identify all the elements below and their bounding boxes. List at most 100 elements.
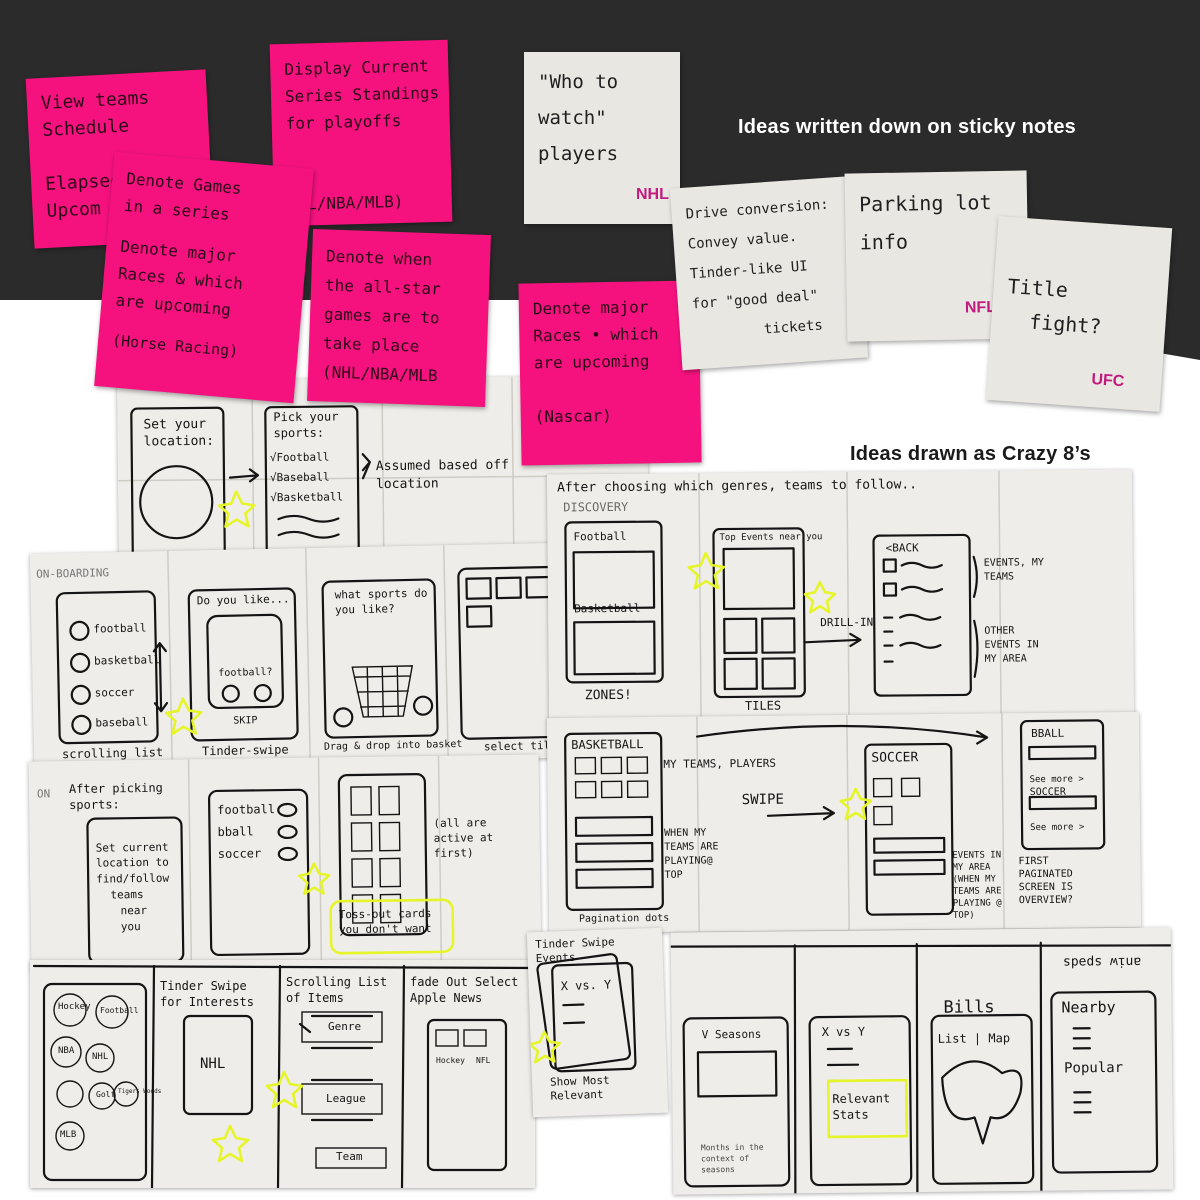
sketch-select-tile: select tile: [483, 738, 557, 754]
sketch-after-picking-sheet: ON After picking sports: Set current loc…: [28, 754, 542, 974]
sketch-assumed-note: Assumed based off location: [375, 457, 510, 493]
sticky-note-title-fight: Title fight? UFC: [985, 216, 1173, 412]
sketch-genre: Genre: [328, 1020, 362, 1033]
sketch-bubble-hockey: Hockey: [58, 1002, 91, 1012]
sketch-sport-soccer: soccer: [94, 685, 135, 700]
sketch-see-more-2: See more >: [1030, 822, 1085, 834]
sketch-location-text-5: near: [120, 903, 148, 918]
sketch-months-context: Months in the context of seasons: [700, 1142, 764, 1175]
sketch-seasons: V Seasons: [701, 1027, 762, 1042]
sticky-notes-caption: Ideas written down on sticky notes: [738, 116, 1076, 138]
note-parking-line-2: info: [859, 229, 909, 255]
sketch-bubble-nba: NBA: [58, 1046, 75, 1056]
sketch-check-baseball: √Baseball: [269, 470, 330, 485]
sketch-do-you-like: Do you like...: [196, 592, 290, 608]
sketch-league: League: [326, 1092, 366, 1105]
note-allstar-line-5: (NHL/NBA/MLB: [321, 362, 438, 386]
sketch-what-sports: what sports do you like?: [334, 586, 428, 617]
sketch-list-map: List | Map: [937, 1031, 1011, 1046]
sketch-team: Team: [336, 1150, 363, 1163]
sketch-set-location: Set your location:: [143, 416, 215, 450]
sketch-nearby: Nearby: [1061, 997, 1116, 1017]
sticky-note-conversion: Drive conversion: Convey value. Tinder-l…: [669, 175, 869, 371]
sticky-note-all-star: Denote when the all-star games are to ta…: [307, 228, 491, 408]
note-watch-line-2: watch": [538, 107, 607, 129]
sketch-discovery-sheet: After choosing which genres, teams to fo…: [546, 469, 1135, 723]
note-fight-line-1: Title: [1006, 273, 1069, 303]
sketch-other-events: OTHER EVENTS IN MY AREA: [984, 625, 1039, 665]
sketch-zone-basketball: Basketball: [574, 601, 641, 616]
sketch-bubble-tiger: Tigers Woods: [118, 1088, 162, 1095]
sketch-after-picking-title: After picking sports:: [68, 780, 163, 813]
sketch-check-basketball: √Basketball: [270, 490, 344, 505]
note-watch-line-3: players: [538, 143, 619, 165]
sketch-toggle-soccer: soccer: [217, 846, 262, 861]
sketch-tinder-events-title: Tinder Swipe Events: [535, 935, 615, 966]
sketch-discovery-header: After choosing which genres, teams to fo…: [556, 477, 918, 496]
sketch-bottom-row-sheet: Hockey Football NBA NHL Golf Tigers Wood…: [30, 960, 535, 1188]
sketch-pagination-dots: Pagination dots: [578, 912, 670, 925]
sketch-onboarding-sheet: ON-BOARDING football basketball soccer b…: [29, 542, 595, 769]
sketch-hockey-tile: Hockey: [436, 1056, 465, 1065]
sketch-bubble-football: Football: [100, 1006, 139, 1015]
sketch-nhl-card: NHL: [200, 1056, 226, 1072]
sketch-basketball-sheet: BASKETBALL MY TEAMS, PLAYERS WHEN MY TEA…: [546, 711, 1142, 934]
sketch-relevant-stats: Relevant Stats: [832, 1091, 891, 1122]
sketch-toggle-bball: bball: [217, 824, 254, 839]
sketch-skip: SKIP: [233, 715, 258, 727]
sketch-bubble-mlb: MLB: [60, 1130, 77, 1140]
sketch-zone-football: Football: [573, 529, 627, 544]
sketch-pick-sports: Pick your sports:: [273, 409, 339, 441]
sketch-fade-out: fade Out Select Apple News: [410, 975, 519, 1005]
sketch-upside-text: aniw spəds: [1062, 953, 1142, 970]
sticky-note-nascar: Denote major Races • which are upcoming …: [518, 280, 702, 466]
sketch-location-text-2: location to: [95, 855, 169, 870]
sketch-swipe: SWIPE: [741, 791, 784, 809]
sketch-location-text-4: teams: [110, 887, 144, 902]
sketch-all-active: (all are active at first): [433, 816, 494, 860]
sketch-top-events: Top Events near you: [719, 532, 823, 544]
sketch-toggle-football: football: [217, 802, 276, 817]
sketch-tinder-swipe: Tinder-swipe: [201, 742, 289, 759]
note-watch-line-1: "Who to: [538, 71, 619, 93]
sketch-tinder-interests: Tinder Swipe for Interests: [160, 979, 254, 1009]
note-nascar-line-3: are upcoming: [533, 351, 650, 373]
sketch-first-paginated: FIRST PAGINATED SCREEN IS OVERVIEW?: [1018, 855, 1074, 907]
crazy8-caption: Ideas drawn as Crazy 8’s: [850, 443, 1091, 465]
sketch-bubble-golf: Golf: [96, 1090, 116, 1099]
note-watch-tag-nhl: NHL: [636, 186, 669, 203]
sketch-nfl-tile: NFL: [476, 1056, 491, 1065]
sketch-seasons-sheet: V Seasons Months in the context of seaso…: [670, 927, 1174, 1195]
note-standings-line-3: for playoffs: [285, 110, 402, 133]
sketch-popular: Popular: [1064, 1059, 1124, 1077]
sketch-bubble-nhl: NHL: [92, 1052, 109, 1062]
sketch-drill-in: DRILL-IN: [820, 615, 874, 630]
sketch-zones: ZONES!: [584, 687, 632, 704]
sketch-show-relevant: Show Most Relevant: [549, 1073, 610, 1103]
sketch-soccer-title: SOCCER: [871, 750, 919, 766]
note-nascar-line-4: [534, 374, 686, 404]
note-parking-line-1: Parking lot: [858, 190, 992, 217]
sketch-back: <BACK: [885, 541, 919, 555]
sketch-toss-out: Toss-out cards you don't want: [338, 906, 432, 937]
sketch-onboarding-label: ON-BOARDING: [36, 566, 110, 581]
sketch-location-text-6: you: [120, 920, 141, 934]
sticky-note-games-series: Denote Games in a series Denote major Ra…: [94, 151, 314, 404]
note-nascar-line-2: Races • which: [533, 324, 659, 346]
sketch-on-label: ON: [36, 787, 51, 801]
sketch-x-vs-y: X vs. Y: [560, 977, 612, 994]
note-standings-line-4: [286, 133, 437, 164]
sticky-note-who-to-watch: "Who to watch" players NHL: [524, 52, 680, 224]
sketch-x-vs-y-2: X vs Y: [821, 1024, 866, 1040]
sketch-my-teams: MY TEAMS, PLAYERS: [663, 756, 777, 771]
note-fight-tag-ufc: UFC: [1090, 371, 1125, 391]
sketch-sport-basketball: basketball: [93, 653, 161, 668]
note-standings-line-1: Display Current: [284, 56, 430, 79]
sketch-see-more-1: See more >: [1029, 774, 1084, 786]
sketch-location-text-1: Set current: [95, 840, 169, 855]
sketch-football-q: football?: [218, 666, 273, 679]
note-nascar-line-1: Denote major: [532, 297, 649, 319]
sketch-check-football: √Football: [269, 450, 330, 465]
sketch-sport-football: football: [93, 621, 147, 636]
sketch-basketball-title: BASKETBALL: [571, 737, 644, 752]
